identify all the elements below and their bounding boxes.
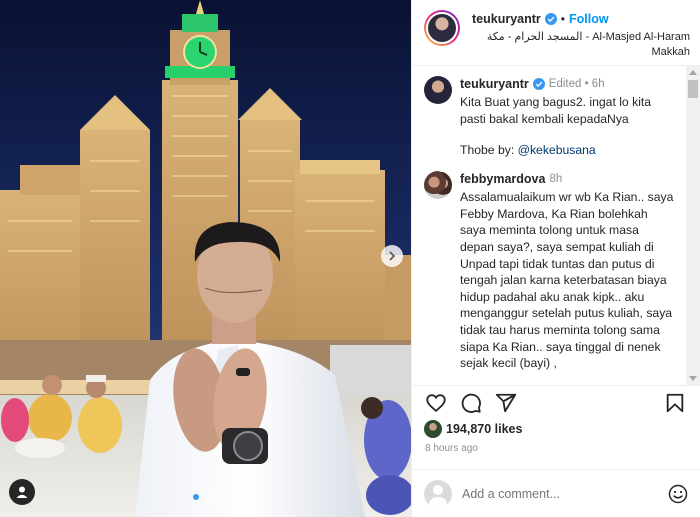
likes-row[interactable]: 194,870 likes: [412, 419, 700, 439]
emoji-icon[interactable]: [668, 484, 688, 504]
scroll-down-arrow-icon[interactable]: [689, 376, 697, 381]
heart-icon[interactable]: [425, 392, 447, 414]
caption-credit-label: Thobe by:: [460, 143, 518, 158]
carousel-next-button[interactable]: [381, 245, 403, 267]
post-side-panel: teukuryantr • Follow المسجد الحرام - مكة…: [411, 0, 700, 517]
carousel-dot-active: [193, 494, 199, 500]
comments-list[interactable]: teukuryantr Edited • 6h Kita Buat yang b…: [412, 66, 700, 385]
separator-dot: •: [560, 12, 565, 26]
comment-header: teukuryantr Edited • 6h: [460, 76, 674, 92]
comment-header: febbymardova 8h: [460, 171, 674, 187]
location-line-1: المسجد الحرام - مكة - Al-Masjed Al-Haram: [486, 31, 690, 43]
caption-credit: Thobe by: @kekebusana: [460, 143, 674, 157]
share-icon[interactable]: [495, 392, 517, 414]
bookmark-icon[interactable]: [664, 392, 686, 414]
scroll-up-arrow-icon[interactable]: [689, 70, 697, 75]
comment-meta: 8h: [549, 173, 563, 186]
carousel-dot: [213, 494, 219, 500]
post-header: teukuryantr • Follow المسجد الحرام - مكة…: [412, 0, 700, 66]
chevron-right-icon: [389, 251, 396, 261]
comment-body: febbymardova 8h Assalamualaikum wr wb Ka…: [460, 171, 674, 372]
author-avatar[interactable]: [424, 10, 460, 46]
post-photo[interactable]: [0, 0, 411, 517]
caption-comment: teukuryantr Edited • 6h Kita Buat yang b…: [424, 76, 674, 157]
likes-count[interactable]: 194,870 likes: [446, 422, 522, 436]
caption-text: Kita Buat yang bagus2. ingat lo kita pas…: [460, 95, 652, 126]
avatar[interactable]: [424, 171, 452, 200]
user-tag-icon: [16, 486, 28, 498]
mention-link[interactable]: @kekebusana: [518, 143, 596, 157]
comment-meta: Edited • 6h: [548, 78, 605, 90]
carousel-dot: [203, 494, 209, 500]
comment-body: teukuryantr Edited • 6h Kita Buat yang b…: [460, 76, 674, 157]
location-line-2: Makkah: [651, 46, 690, 58]
verified-badge-icon: [532, 78, 545, 90]
post-header-text: teukuryantr • Follow المسجد الحرام - مكة…: [472, 9, 690, 65]
avatar[interactable]: [424, 76, 452, 104]
current-user-avatar: [424, 479, 452, 508]
add-comment-bar: [412, 469, 700, 517]
verified-badge-icon: [544, 13, 557, 25]
photo-scene: [0, 0, 411, 517]
post-header-top: teukuryantr • Follow: [472, 9, 690, 29]
carousel-indicator: [193, 494, 219, 500]
author-username[interactable]: teukuryantr: [472, 12, 541, 26]
comment-username[interactable]: teukuryantr: [460, 77, 529, 91]
liker-avatar: [424, 420, 442, 438]
comment-item: febbymardova 8h Assalamualaikum wr wb Ka…: [424, 171, 674, 372]
comment-username[interactable]: febbymardova: [460, 172, 545, 186]
comment-icon[interactable]: [460, 392, 482, 414]
comments-scrollbar[interactable]: [686, 66, 700, 385]
follow-button[interactable]: Follow: [569, 12, 609, 26]
user-tag-button[interactable]: [9, 479, 35, 505]
post-timestamp: 8 hours ago: [425, 443, 478, 454]
scrollbar-thumb[interactable]: [688, 80, 698, 98]
action-bar: [412, 385, 700, 419]
add-comment-input[interactable]: [462, 486, 668, 501]
instagram-post: teukuryantr • Follow المسجد الحرام - مكة…: [0, 0, 700, 517]
post-location[interactable]: المسجد الحرام - مكة - Al-Masjed Al-Haram…: [472, 30, 690, 60]
comment-text: Assalamualaikum wr wb Ka Rian.. saya Feb…: [460, 190, 674, 371]
